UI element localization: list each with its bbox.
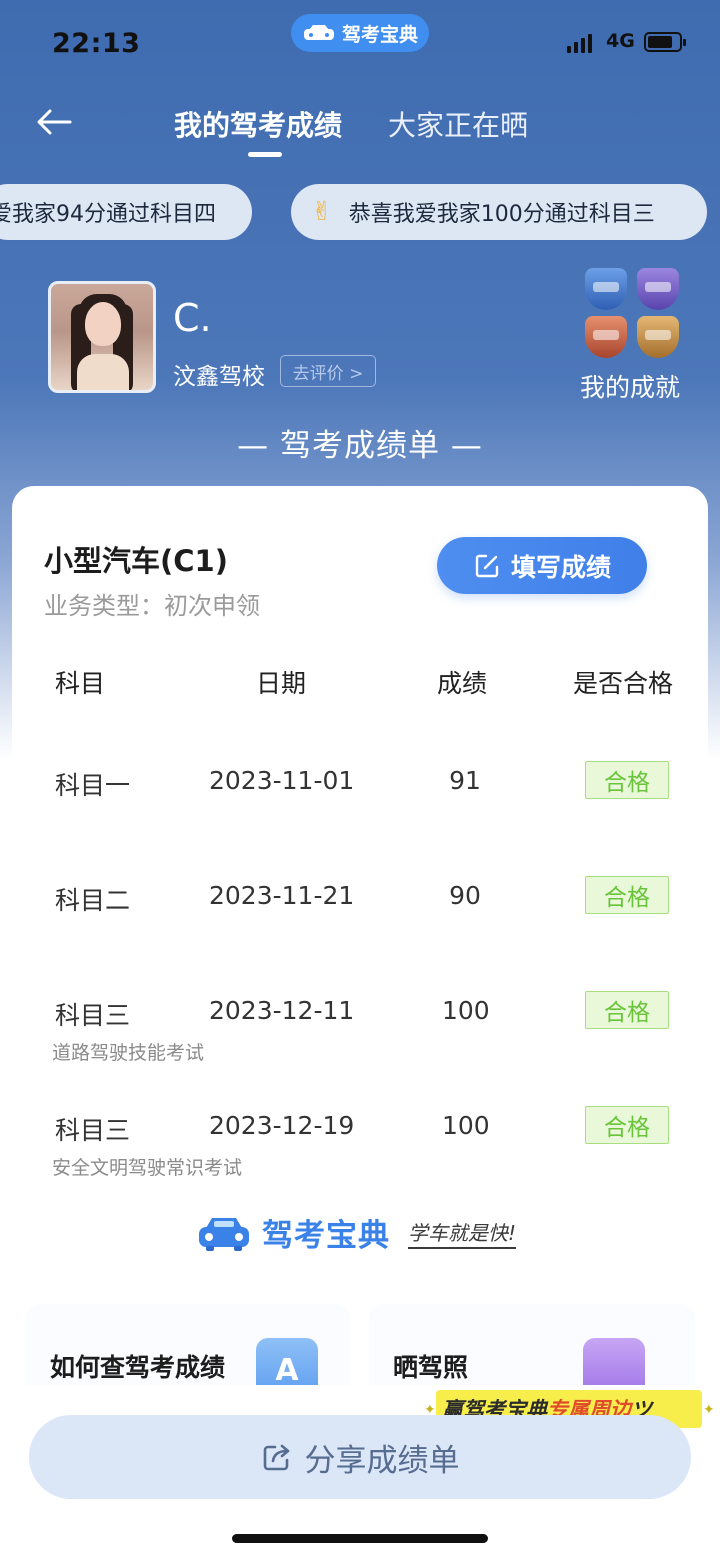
table-row: 科目二 2023-11-21 90 合格 (12, 876, 708, 981)
status-bar: 22:13 驾考宝典 4G (0, 0, 720, 86)
badge-icon (637, 316, 679, 358)
ticker-item[interactable]: 爱我家94分通过科目四 (0, 184, 252, 240)
pass-badge: 合格 (585, 991, 669, 1029)
vehicle-type: 小型汽车(C1) (44, 544, 228, 578)
battery-icon (644, 32, 686, 52)
pass-badge: 合格 (585, 1106, 669, 1144)
badge-icon (637, 268, 679, 310)
row-note: 安全文明驾驶常识考试 (52, 1157, 243, 1179)
business-type: 业务类型：初次申领 (44, 592, 260, 620)
table-row: 科目三 2023-12-11 100 道路驾驶技能考试 合格 (12, 991, 708, 1096)
column-header-score: 成绩 (437, 669, 488, 698)
badge-icon (585, 316, 627, 358)
edit-icon (475, 554, 499, 577)
fill-score-button[interactable]: 填写成绩 (437, 537, 647, 594)
brand-slogan: 学车就是快! (408, 1217, 517, 1249)
row-subject: 科目三 (55, 1116, 131, 1145)
row-date: 2023-12-19 (209, 1111, 355, 1140)
table-row: 科目一 2023-11-01 91 合格 (12, 761, 708, 866)
tile-label: 如何查驾考成绩 (50, 1353, 226, 1382)
user-name: C. (173, 296, 212, 340)
car-logo-icon (199, 1217, 249, 1251)
ticker-item[interactable]: ✌ 恭喜我爱我家100分通过科目三 (291, 184, 707, 240)
brand-footer: 驾考宝典 学车就是快! (196, 1210, 517, 1255)
row-date: 2023-11-01 (209, 766, 355, 795)
status-time: 22:13 (52, 28, 141, 59)
network-type: 4G (606, 30, 635, 52)
driving-school-name: 汶鑫驾校 (173, 364, 265, 390)
app-badge[interactable]: 驾考宝典 (291, 14, 429, 52)
signal-icon (567, 34, 592, 53)
ticker-text: 恭喜我爱我家100分通过科目三 (348, 202, 655, 227)
car-icon (303, 25, 334, 40)
row-score: 90 (449, 881, 481, 910)
tab-everyone-sharing[interactable]: 大家正在晒 (388, 104, 528, 144)
tile-label: 晒驾照 (393, 1353, 469, 1382)
badge-icon (585, 268, 627, 310)
achievement-badges[interactable] (583, 268, 683, 358)
row-note: 道路驾驶技能考试 (52, 1042, 205, 1064)
achievements-label[interactable]: 我的成就 (580, 368, 680, 404)
score-sheet-title: — 驾考成绩单 — (237, 428, 483, 464)
sparkle-icon: ✦ (703, 1402, 715, 1418)
ticker-text: 爱我家94分通过科目四 (0, 202, 216, 227)
pass-badge: 合格 (585, 876, 669, 914)
victory-hand-icon: ✌ (311, 197, 333, 227)
column-header-passed: 是否合格 (573, 669, 674, 698)
row-date: 2023-11-21 (209, 881, 355, 910)
review-button[interactable]: 去评价 > (280, 355, 376, 387)
share-label: 分享成绩单 (304, 1442, 460, 1479)
share-icon (263, 1444, 289, 1471)
row-score: 100 (442, 1111, 490, 1140)
row-subject: 科目三 (55, 1001, 131, 1030)
brand-name: 驾考宝典 (262, 1218, 390, 1254)
score-card: 小型汽车(C1) 业务类型：初次申领 填写成绩 科目 日期 成绩 是否合格 科目… (12, 486, 708, 1278)
column-header-subject: 科目 (55, 669, 106, 698)
row-subject: 科目二 (55, 886, 131, 915)
row-subject: 科目一 (55, 771, 131, 800)
app-badge-label: 驾考宝典 (341, 23, 418, 46)
fill-score-label: 填写成绩 (510, 552, 611, 582)
avatar[interactable] (48, 281, 156, 393)
tab-my-scores[interactable]: 我的驾考成绩 (174, 104, 342, 144)
share-scores-button[interactable]: 分享成绩单 (29, 1415, 691, 1499)
row-score: 100 (442, 996, 490, 1025)
active-tab-indicator (248, 152, 282, 157)
back-arrow-icon[interactable] (34, 102, 74, 142)
home-indicator[interactable] (232, 1534, 488, 1543)
row-date: 2023-12-11 (209, 996, 355, 1025)
column-header-date: 日期 (256, 669, 307, 698)
table-row: 科目三 2023-12-19 100 安全文明驾驶常识考试 合格 (12, 1106, 708, 1211)
row-score: 91 (449, 766, 481, 795)
pass-badge: 合格 (585, 761, 669, 799)
